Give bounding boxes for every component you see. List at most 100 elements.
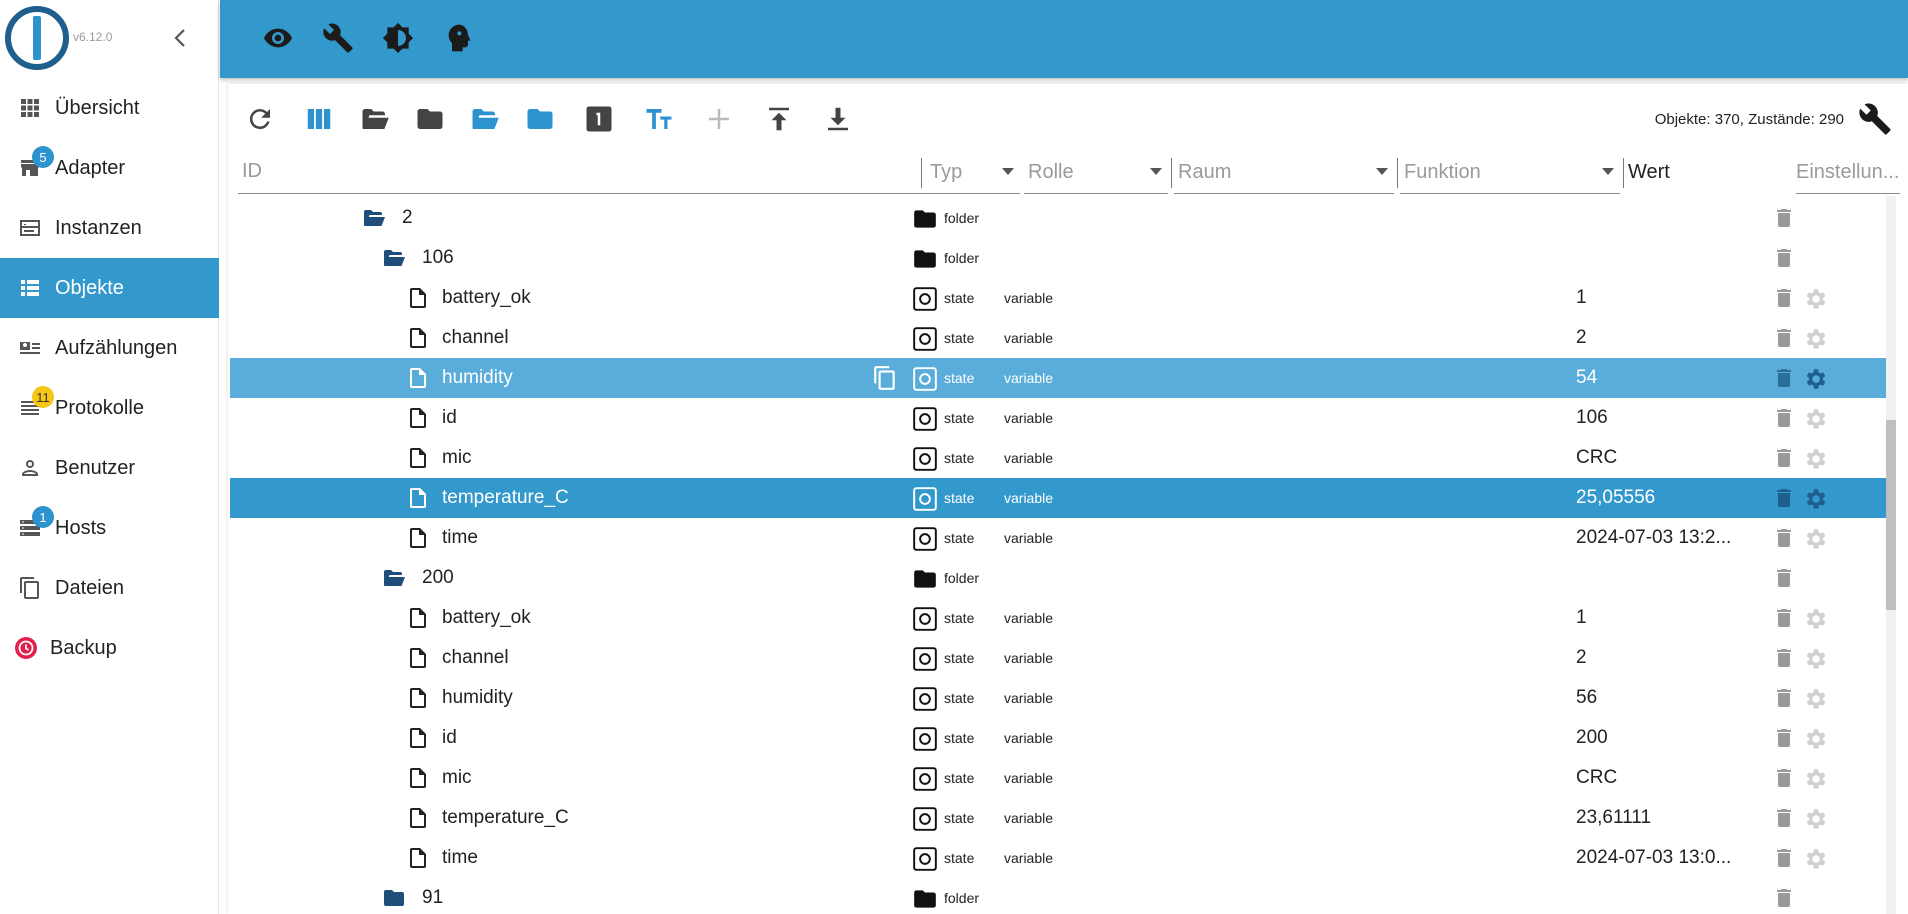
- object-value[interactable]: 106: [1576, 407, 1608, 429]
- function-filter[interactable]: Funktion: [1400, 150, 1620, 194]
- refresh-icon[interactable]: [245, 104, 275, 134]
- object-value[interactable]: CRC: [1576, 447, 1617, 469]
- gear-icon[interactable]: [1802, 766, 1828, 792]
- object-value[interactable]: 23,61111: [1576, 807, 1651, 829]
- sidebar-item-objekte[interactable]: Objekte: [0, 258, 219, 318]
- text-size-icon[interactable]: [644, 104, 674, 134]
- file-icon[interactable]: [406, 606, 430, 630]
- tree-state-row[interactable]: mic state variable CRC: [230, 438, 1888, 478]
- file-icon[interactable]: [406, 406, 430, 430]
- eye-icon[interactable]: [262, 22, 294, 54]
- gear-icon[interactable]: [1802, 486, 1828, 512]
- tree-state-row[interactable]: id state variable 106: [230, 398, 1888, 438]
- file-icon[interactable]: [406, 486, 430, 510]
- file-icon[interactable]: [406, 286, 430, 310]
- type-filter[interactable]: Typ: [926, 150, 1020, 194]
- object-value[interactable]: 25,05556: [1576, 487, 1655, 509]
- delete-icon[interactable]: [1772, 766, 1796, 790]
- sidebar-item-backup[interactable]: Backup: [0, 618, 219, 678]
- collapse-all-icon[interactable]: [525, 104, 555, 134]
- sidebar-item-aufz-hlungen[interactable]: Aufzählungen: [0, 318, 219, 378]
- file-icon[interactable]: [406, 446, 430, 470]
- tree-state-row[interactable]: temperature_C state variable 23,61111: [230, 798, 1888, 838]
- settings-column-header[interactable]: Einstellun...: [1796, 150, 1900, 194]
- tree-state-row[interactable]: battery_ok state variable 1: [230, 598, 1888, 638]
- delete-icon[interactable]: [1772, 446, 1796, 470]
- custom-settings-icon[interactable]: [1858, 102, 1892, 136]
- tree-state-row[interactable]: time state variable 2024-07-03 13:2...: [230, 518, 1888, 558]
- theme-icon[interactable]: [382, 22, 414, 54]
- folder-closed-icon[interactable]: [415, 104, 445, 134]
- sidebar-item-benutzer[interactable]: Benutzer: [0, 438, 219, 498]
- delete-icon[interactable]: [1772, 406, 1796, 430]
- file-icon[interactable]: [406, 726, 430, 750]
- tree-scrollbar[interactable]: [1886, 196, 1896, 914]
- object-value[interactable]: 54: [1576, 367, 1597, 389]
- room-filter[interactable]: Raum: [1174, 150, 1394, 194]
- file-icon[interactable]: [406, 766, 430, 790]
- folder-open-icon[interactable]: [358, 206, 390, 230]
- gear-icon[interactable]: [1802, 406, 1828, 432]
- delete-icon[interactable]: [1772, 566, 1796, 590]
- iobroker-logo[interactable]: [5, 6, 69, 70]
- object-value[interactable]: 2: [1576, 647, 1587, 669]
- sidebar-item-dateien[interactable]: Dateien: [0, 558, 219, 618]
- delete-icon[interactable]: [1772, 326, 1796, 350]
- tree-state-row[interactable]: humidity state variable 56: [230, 678, 1888, 718]
- tree-folder-row[interactable]: 200 folder: [230, 558, 1888, 598]
- columns-icon[interactable]: [304, 104, 334, 134]
- tree-folder-row[interactable]: 106 folder: [230, 238, 1888, 278]
- tree-folder-row[interactable]: 2 folder: [230, 198, 1888, 238]
- gear-icon[interactable]: [1802, 526, 1828, 552]
- tree-state-row[interactable]: id state variable 200: [230, 718, 1888, 758]
- add-object-icon[interactable]: [704, 104, 734, 134]
- expand-level-icon[interactable]: [584, 104, 614, 134]
- delete-icon[interactable]: [1772, 526, 1796, 550]
- tree-state-row[interactable]: temperature_C state variable 25,05556: [230, 478, 1888, 518]
- delete-icon[interactable]: [1772, 246, 1796, 270]
- file-icon[interactable]: [406, 846, 430, 870]
- object-value[interactable]: 2024-07-03 13:0...: [1576, 847, 1731, 869]
- folder-open-icon[interactable]: [360, 104, 390, 134]
- delete-icon[interactable]: [1772, 646, 1796, 670]
- tree-folder-row[interactable]: 91 folder: [230, 878, 1888, 914]
- object-value[interactable]: CRC: [1576, 767, 1617, 789]
- sidebar-item-instanzen[interactable]: Instanzen: [0, 198, 219, 258]
- scrollbar-thumb[interactable]: [1886, 420, 1896, 610]
- sidebar-item-adapter[interactable]: Adapter 5: [0, 138, 219, 198]
- tree-state-row[interactable]: humidity state variable 54: [230, 358, 1888, 398]
- file-icon[interactable]: [406, 326, 430, 350]
- sidebar-item-protokolle[interactable]: Protokolle 11: [0, 378, 219, 438]
- delete-icon[interactable]: [1772, 726, 1796, 750]
- gear-icon[interactable]: [1802, 326, 1828, 352]
- gear-icon[interactable]: [1802, 846, 1828, 872]
- copy-id-icon[interactable]: [872, 365, 898, 391]
- expert-icon[interactable]: [442, 22, 474, 54]
- gear-icon[interactable]: [1802, 806, 1828, 832]
- file-icon[interactable]: [406, 366, 430, 390]
- file-icon[interactable]: [406, 526, 430, 550]
- expand-all-icon[interactable]: [470, 104, 500, 134]
- file-icon[interactable]: [406, 806, 430, 830]
- object-value[interactable]: 2024-07-03 13:2...: [1576, 527, 1731, 549]
- tree-state-row[interactable]: channel state variable 2: [230, 318, 1888, 358]
- id-filter-input[interactable]: [238, 150, 930, 193]
- folder-closed-icon[interactable]: [378, 886, 410, 910]
- delete-icon[interactable]: [1772, 886, 1796, 910]
- object-value[interactable]: 1: [1576, 607, 1587, 629]
- tree-state-row[interactable]: mic state variable CRC: [230, 758, 1888, 798]
- tree-state-row[interactable]: channel state variable 2: [230, 638, 1888, 678]
- gear-icon[interactable]: [1802, 646, 1828, 672]
- role-filter[interactable]: Rolle: [1024, 150, 1168, 194]
- delete-icon[interactable]: [1772, 806, 1796, 830]
- gear-icon[interactable]: [1802, 726, 1828, 752]
- wrench-icon[interactable]: [322, 22, 354, 54]
- collapse-sidebar-icon[interactable]: [170, 26, 190, 50]
- gear-icon[interactable]: [1802, 606, 1828, 632]
- gear-icon[interactable]: [1802, 286, 1828, 312]
- object-value[interactable]: 200: [1576, 727, 1608, 749]
- sidebar-item-hosts[interactable]: Hosts 1: [0, 498, 219, 558]
- upload-icon[interactable]: [764, 104, 794, 134]
- folder-open-icon[interactable]: [378, 566, 410, 590]
- tree-state-row[interactable]: battery_ok state variable 1: [230, 278, 1888, 318]
